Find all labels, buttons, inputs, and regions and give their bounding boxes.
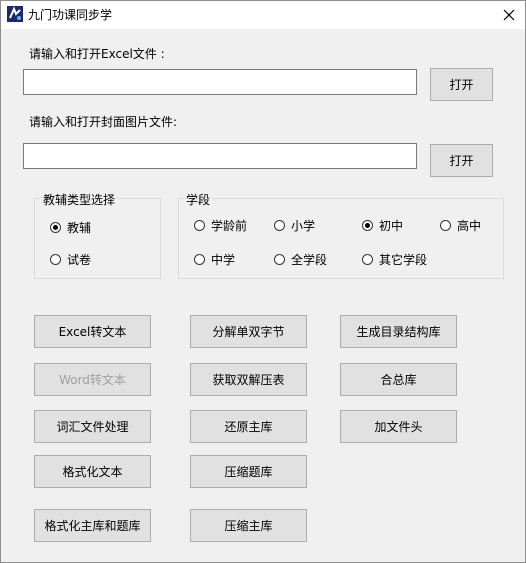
- radio-label: 中学: [211, 253, 236, 267]
- radio-unchecked-indicator: [194, 254, 205, 265]
- excel-file-label: 请输入和打开Excel文件 :: [29, 47, 165, 61]
- radio-checked-indicator: [50, 222, 61, 233]
- radio-type-shijuan[interactable]: 试卷: [50, 251, 91, 268]
- app-icon: [7, 6, 23, 22]
- type-group-title: 教辅类型选择: [41, 191, 118, 208]
- radio-label: 初中: [379, 219, 404, 233]
- radio-unchecked-indicator: [274, 254, 285, 265]
- radio-unchecked-indicator: [194, 220, 205, 231]
- radio-stage-other[interactable]: 其它学段: [362, 251, 427, 268]
- stage-group-title: 学段: [184, 191, 213, 208]
- gen-toc-lib-button[interactable]: 生成目录结构库: [340, 315, 457, 348]
- format-main-and-questions-button[interactable]: 格式化主库和题库: [34, 509, 151, 542]
- radio-stage-preschool[interactable]: 学龄前: [194, 217, 247, 234]
- excel-to-text-button[interactable]: Excel转文本: [34, 315, 151, 348]
- radio-label: 试卷: [67, 253, 92, 267]
- radio-stage-primary[interactable]: 小学: [274, 217, 315, 234]
- format-text-button[interactable]: 格式化文本: [34, 455, 151, 488]
- cover-file-input[interactable]: [23, 143, 417, 169]
- close-icon: [503, 9, 515, 21]
- cover-open-button[interactable]: 打开: [430, 144, 493, 177]
- radio-checked-indicator: [362, 220, 373, 231]
- radio-label: 学龄前: [211, 219, 248, 233]
- radio-stage-all[interactable]: 全学段: [274, 251, 327, 268]
- get-double-unzip-button[interactable]: 获取双解压表: [190, 363, 307, 396]
- radio-label: 教辅: [67, 221, 92, 235]
- excel-file-input[interactable]: [23, 69, 417, 95]
- radio-unchecked-indicator: [362, 254, 373, 265]
- title-bar: 九门功课同步学: [1, 1, 525, 29]
- restore-main-button[interactable]: 还原主库: [190, 410, 307, 443]
- compress-questions-button[interactable]: 压缩题库: [190, 455, 307, 488]
- radio-stage-junior[interactable]: 初中: [362, 217, 403, 234]
- merge-lib-button[interactable]: 合总库: [340, 363, 457, 396]
- word-to-text-button[interactable]: Word转文本: [34, 363, 151, 396]
- close-button[interactable]: [493, 1, 525, 29]
- cover-file-label: 请输入和打开封面图片文件:: [29, 115, 178, 129]
- split-single-double-button[interactable]: 分解单双字节: [190, 315, 307, 348]
- radio-label: 高中: [457, 219, 482, 233]
- radio-label: 其它学段: [379, 253, 428, 267]
- radio-label: 小学: [291, 219, 316, 233]
- main-window: 九门功课同步学 请输入和打开Excel文件 : 打开 请输入和打开封面图片文件:…: [0, 0, 526, 563]
- add-header-button[interactable]: 加文件头: [340, 410, 457, 443]
- radio-unchecked-indicator: [274, 220, 285, 231]
- excel-open-button[interactable]: 打开: [430, 68, 493, 101]
- vocab-process-button[interactable]: 词汇文件处理: [34, 410, 151, 443]
- radio-unchecked-indicator: [440, 220, 451, 231]
- radio-stage-senior[interactable]: 高中: [440, 217, 481, 234]
- radio-unchecked-indicator: [50, 254, 61, 265]
- window-title: 九门功课同步学: [28, 8, 113, 22]
- compress-main-button[interactable]: 压缩主库: [190, 509, 307, 542]
- radio-type-jiaofu[interactable]: 教辅: [50, 219, 91, 236]
- radio-label: 全学段: [291, 253, 328, 267]
- radio-stage-middle[interactable]: 中学: [194, 251, 235, 268]
